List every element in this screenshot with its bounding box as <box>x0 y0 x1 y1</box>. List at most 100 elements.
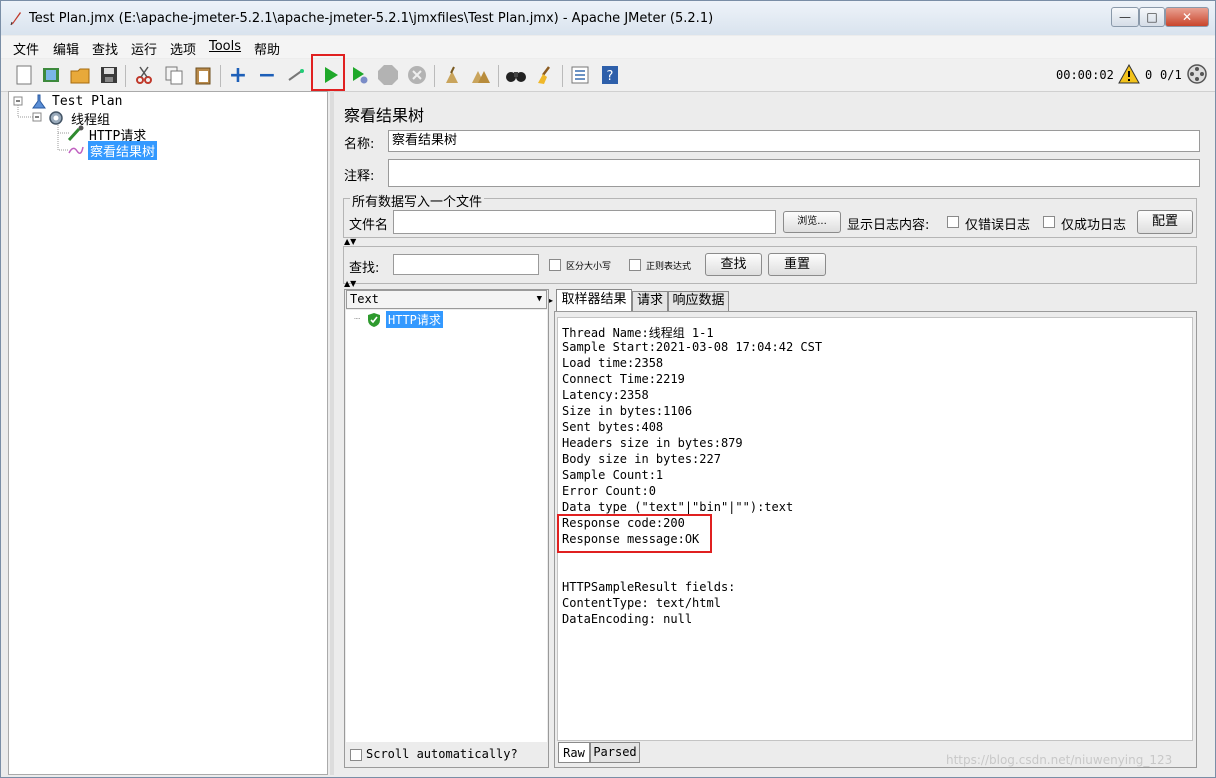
result-line: ContentType: text/html <box>562 596 721 610</box>
configure-button[interactable]: 配置 <box>1137 210 1193 234</box>
errors-only-checkbox[interactable] <box>947 216 959 228</box>
close-button[interactable]: ✕ <box>1165 7 1209 27</box>
warning-icon[interactable] <box>1118 63 1140 85</box>
templates-icon[interactable] <box>40 64 62 86</box>
remote-status-icon[interactable] <box>1186 63 1208 85</box>
menu-help[interactable]: 帮助 <box>254 39 280 58</box>
elapsed-timer: 00:00:02 <box>1056 68 1114 82</box>
active-threads: 0/1 <box>1160 68 1182 82</box>
tab-parsed[interactable]: Parsed <box>590 742 640 763</box>
panel-title: 察看结果树 <box>344 106 425 125</box>
result-line: Sample Count:1 <box>562 468 664 482</box>
pane-splitter[interactable] <box>330 91 334 775</box>
errors-only-label: 仅错误日志 <box>965 218 1031 233</box>
cut-icon[interactable] <box>133 64 155 86</box>
thread-group-gear-icon <box>49 111 63 125</box>
watermark: https://blog.csdn.net/niuwenying_123 <box>946 753 1173 767</box>
open-icon[interactable] <box>69 64 91 86</box>
tab-raw[interactable]: Raw <box>558 742 590 763</box>
function-helper-list-icon[interactable] <box>569 64 591 86</box>
help-icon[interactable]: ? <box>599 64 621 86</box>
comment-field[interactable] <box>388 159 1200 187</box>
stop-icon[interactable] <box>377 64 399 86</box>
result-line: Body size in bytes:227 <box>562 452 721 466</box>
result-line: Data type ("text"|"bin"|""):text <box>562 500 794 514</box>
result-line: Headers size in bytes:879 <box>562 436 743 450</box>
find-button[interactable]: 查找 <box>705 253 762 276</box>
result-tree-listener-icon <box>68 146 84 154</box>
toggle-icon[interactable] <box>285 64 307 86</box>
result-line: DataEncoding: null <box>562 612 693 626</box>
sample-list: ┈ HTTP请求 <box>346 310 547 742</box>
filename-field[interactable] <box>393 210 776 234</box>
menu-edit[interactable]: 编辑 <box>53 39 79 58</box>
menu-run[interactable]: 运行 <box>131 39 157 58</box>
renderer-select[interactable]: Text ▼ <box>346 290 547 309</box>
split-arrows-top[interactable]: ▲▼ <box>344 237 356 246</box>
tab-request[interactable]: 请求 <box>632 291 668 311</box>
menu-search[interactable]: 查找 <box>92 39 118 58</box>
minimize-button[interactable]: — <box>1111 7 1139 27</box>
success-only-checkbox[interactable] <box>1043 216 1055 228</box>
sample-item-http-request[interactable]: HTTP请求 <box>386 311 443 328</box>
save-icon[interactable] <box>98 64 120 86</box>
menu-bar: 文件 编辑 查找 运行 选项 Tools 帮助 <box>1 36 1215 58</box>
toolbar-separator <box>562 65 563 87</box>
copy-icon[interactable] <box>163 64 185 86</box>
browse-button[interactable]: 浏览... <box>783 211 841 233</box>
comment-label: 注释: <box>344 169 375 184</box>
maximize-button[interactable]: □ <box>1139 7 1165 27</box>
result-line: Latency:2358 <box>562 388 649 402</box>
success-only-label: 仅成功日志 <box>1061 218 1127 233</box>
tree-connector: ┈ <box>354 314 361 325</box>
result-line: Error Count:0 <box>562 484 656 498</box>
tree-test-plan[interactable]: Test Plan <box>52 94 122 109</box>
result-line: Sent bytes:408 <box>562 420 664 434</box>
svg-text:?: ? <box>607 69 614 84</box>
expand-all-icon[interactable]: + <box>227 63 249 88</box>
clear-all-icon[interactable] <box>470 64 492 86</box>
test-plan-tree: Test Plan 线程组 HTTP请求 察看结果树 <box>8 91 328 775</box>
chevron-down-icon: ▼ <box>536 294 542 304</box>
name-field[interactable]: 察看结果树 <box>388 130 1200 152</box>
binoculars-search-icon[interactable] <box>505 64 527 86</box>
file-group-title: 所有数据写入一个文件 <box>350 191 485 210</box>
scroll-auto-checkbox[interactable] <box>350 749 362 761</box>
success-shield-icon <box>368 313 380 327</box>
toolbar: + − ? 00:00:02 0 0/1 <box>1 59 1215 92</box>
toolbar-separator <box>498 65 499 87</box>
menu-file[interactable]: 文件 <box>13 39 39 58</box>
case-sensitive-label: 区分大小写 <box>566 262 612 272</box>
clear-icon[interactable] <box>441 64 463 86</box>
collapse-all-icon[interactable]: − <box>256 63 278 88</box>
reset-button[interactable]: 重置 <box>768 253 826 276</box>
filename-label: 文件名 <box>349 218 389 233</box>
toolbar-separator <box>125 65 126 87</box>
menu-options[interactable]: 选项 <box>170 39 196 58</box>
regex-checkbox[interactable] <box>629 259 641 271</box>
case-sensitive-checkbox[interactable] <box>549 259 561 271</box>
name-label: 名称: <box>344 137 375 152</box>
shutdown-icon[interactable] <box>406 64 428 86</box>
renderer-value: Text <box>350 292 379 306</box>
scroll-auto-label: Scroll automatically? <box>366 747 518 761</box>
tree-view-results-tree-selected[interactable]: 察看结果树 <box>88 141 158 160</box>
result-line: Thread Name:线程组 1-1 <box>562 326 714 340</box>
http-request-pipette-icon <box>67 125 84 141</box>
new-icon[interactable] <box>13 64 35 86</box>
split-arrows-bottom[interactable]: ▲▼ <box>344 279 356 288</box>
menu-tools[interactable]: Tools <box>209 39 241 54</box>
result-line: Load time:2358 <box>562 356 664 370</box>
test-plan-icon <box>32 94 46 109</box>
log-content-label: 显示日志内容: <box>847 218 930 233</box>
tab-response-data[interactable]: 响应数据 <box>668 291 729 311</box>
toolbar-separator <box>434 65 435 87</box>
reset-search-broom-icon[interactable] <box>534 64 556 86</box>
tab-sampler-result[interactable]: 取样器结果 <box>556 289 632 311</box>
split-arrow-right[interactable]: ▸ <box>549 296 553 305</box>
jmeter-window: Test Plan.jmx (E:\apache-jmeter-5.2.1\ap… <box>0 0 1216 778</box>
start-no-pauses-icon[interactable] <box>349 64 371 86</box>
title-bar: Test Plan.jmx (E:\apache-jmeter-5.2.1\ap… <box>1 1 1215 35</box>
paste-icon[interactable] <box>192 64 214 86</box>
search-field[interactable] <box>393 254 539 275</box>
